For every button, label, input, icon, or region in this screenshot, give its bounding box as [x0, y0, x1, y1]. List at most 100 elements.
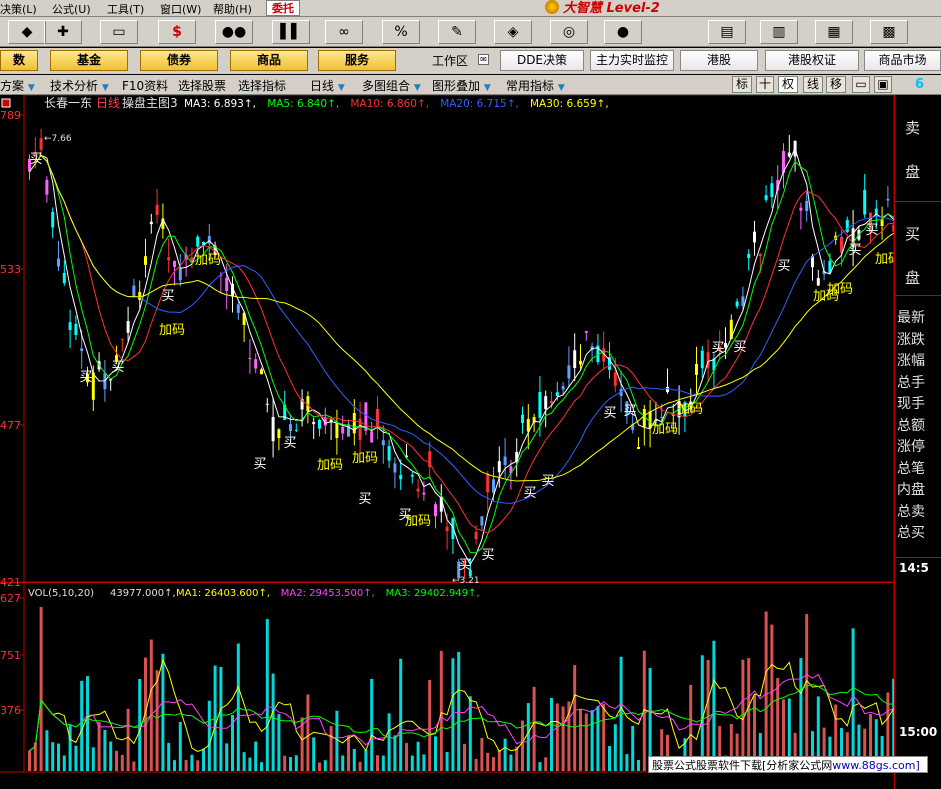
low-marker: ←3.21: [452, 576, 480, 586]
buy-signal: 买: [603, 406, 616, 421]
candle: [787, 152, 791, 157]
category-fund[interactable]: 基金: [50, 50, 128, 71]
volume-bar: [805, 614, 809, 771]
vol-ma-legend: MA1: 26403.600↑,: [176, 588, 270, 599]
bars-icon[interactable]: ▌▌: [272, 20, 310, 44]
quote-label: 现手: [897, 396, 925, 412]
top-right-value: 6: [915, 77, 925, 92]
category-service[interactable]: 服务: [318, 50, 396, 71]
maximize-icon[interactable]: ▣: [874, 76, 892, 93]
category-bond[interactable]: 债券: [140, 50, 218, 71]
mail-icon[interactable]: ✉: [478, 54, 489, 65]
workspace-label: 工作区: [432, 54, 469, 68]
quote-label: 总手: [897, 374, 925, 391]
f10-button[interactable]: F10资料: [122, 77, 168, 94]
candle: [62, 272, 66, 284]
vol-ma-line: [29, 683, 894, 752]
candle: [840, 236, 843, 253]
globe-icon[interactable]: ●: [604, 20, 642, 44]
scheme-menu[interactable]: 方案 ▼: [0, 77, 35, 94]
volume-bar: [68, 725, 72, 771]
multi-chart-menu[interactable]: 多图组合 ▼: [362, 77, 421, 94]
diamond-icon[interactable]: ◈: [494, 20, 532, 44]
candle: [155, 204, 159, 216]
candle: [747, 253, 751, 258]
chart-icon[interactable]: ▦: [815, 20, 853, 44]
candle: [700, 350, 704, 369]
menu-decision[interactable]: 决策(L): [0, 1, 37, 17]
candle: [387, 446, 391, 461]
category-stocks[interactable]: 数: [0, 50, 38, 71]
volume-bar: [770, 624, 774, 771]
dollar-icon[interactable]: $: [158, 20, 196, 44]
grid-icon[interactable]: ▩: [870, 20, 908, 44]
hk-warrant-button[interactable]: 港股权证: [765, 50, 859, 71]
window-icon[interactable]: ▤: [708, 20, 746, 44]
menu-help[interactable]: 帮助(H): [213, 1, 252, 17]
tech-analysis-menu[interactable]: 技术分析 ▼: [50, 77, 109, 94]
select-stock-button[interactable]: 选择股票: [178, 77, 226, 94]
ma-line: [29, 154, 894, 554]
volume-bar: [463, 743, 466, 771]
candle: [138, 292, 142, 300]
menu-window[interactable]: 窗口(W): [160, 1, 201, 17]
candle: [370, 431, 374, 443]
edit-icon[interactable]: ✎: [438, 20, 476, 44]
menu-formula[interactable]: 公式(U): [52, 1, 91, 17]
volume-bar: [544, 757, 548, 771]
commodity-market-button[interactable]: 商品市场: [864, 50, 941, 71]
restore-icon[interactable]: ▭: [852, 76, 870, 93]
buy-signal: 买: [523, 486, 536, 501]
crosshair-button[interactable]: 十: [756, 76, 774, 93]
candle: [561, 386, 565, 390]
volume-bar: [57, 743, 60, 771]
candle: [816, 277, 820, 286]
menu-tools[interactable]: 工具(T): [107, 1, 144, 17]
candle: [497, 461, 501, 473]
volume-bar: [538, 762, 542, 771]
period-menu[interactable]: 日线 ▼: [310, 77, 345, 94]
volume-bar: [103, 729, 107, 771]
move-button[interactable]: 移: [826, 76, 846, 93]
binoculars-icon[interactable]: ∞: [325, 20, 363, 44]
common-indicator-menu[interactable]: 常用指标 ▼: [506, 77, 565, 94]
buy-signal: 买: [29, 152, 42, 167]
volume-bar: [260, 762, 263, 771]
percent-icon[interactable]: %: [382, 20, 420, 44]
mark-button[interactable]: 标: [732, 76, 752, 93]
kline-chart[interactable]: 长春一东 日线 操盘主图3 MA3: 6.893↑, MA5: 6.840↑, MA10:…: [0, 95, 941, 789]
cross-icon[interactable]: ✚: [44, 20, 82, 44]
volume-bar: [416, 741, 420, 771]
candle: [364, 402, 368, 431]
panel-divider-2: [895, 295, 941, 296]
back-icon[interactable]: ◆: [8, 20, 46, 44]
monitor-button[interactable]: 主力实时监控: [590, 50, 674, 71]
books-icon[interactable]: ▥: [760, 20, 798, 44]
candle: [434, 504, 437, 517]
traffic-icon[interactable]: ●●: [215, 20, 253, 44]
chart-canvas[interactable]: 长春一东 日线 操盘主图3 MA3: 6.893↑, MA5: 6.840↑, MA10:…: [0, 95, 941, 789]
footer-ad[interactable]: 股票公式股票软件下载[分析家公式网www.88gs.com]: [648, 756, 928, 773]
overlay-menu[interactable]: 图形叠加 ▼: [432, 77, 491, 94]
candle: [289, 424, 292, 432]
ruler-icon[interactable]: ▭: [100, 20, 138, 44]
entrust-button[interactable]: 委托: [266, 0, 300, 16]
volume-bar: [318, 762, 321, 771]
doc-icon[interactable]: ◎: [550, 20, 588, 44]
quote-label: 内盘: [897, 482, 925, 498]
high-marker: ←7.66: [44, 134, 72, 144]
select-indicator-button[interactable]: 选择指标: [238, 77, 286, 94]
volume-bar: [422, 754, 426, 771]
buy-signal: 买: [161, 289, 174, 304]
hk-button[interactable]: 港股: [680, 50, 758, 71]
volume-bar: [573, 665, 577, 771]
line-button[interactable]: 线: [803, 76, 823, 93]
price-axis-label: 421: [0, 576, 21, 589]
candle: [381, 440, 385, 446]
volume-bar: [613, 724, 617, 771]
rights-button[interactable]: 权: [778, 76, 798, 93]
volume-bar: [248, 757, 252, 771]
category-commodity[interactable]: 商品: [230, 50, 308, 71]
dde-button[interactable]: DDE决策: [500, 50, 584, 71]
buy-label: 买: [905, 225, 921, 243]
